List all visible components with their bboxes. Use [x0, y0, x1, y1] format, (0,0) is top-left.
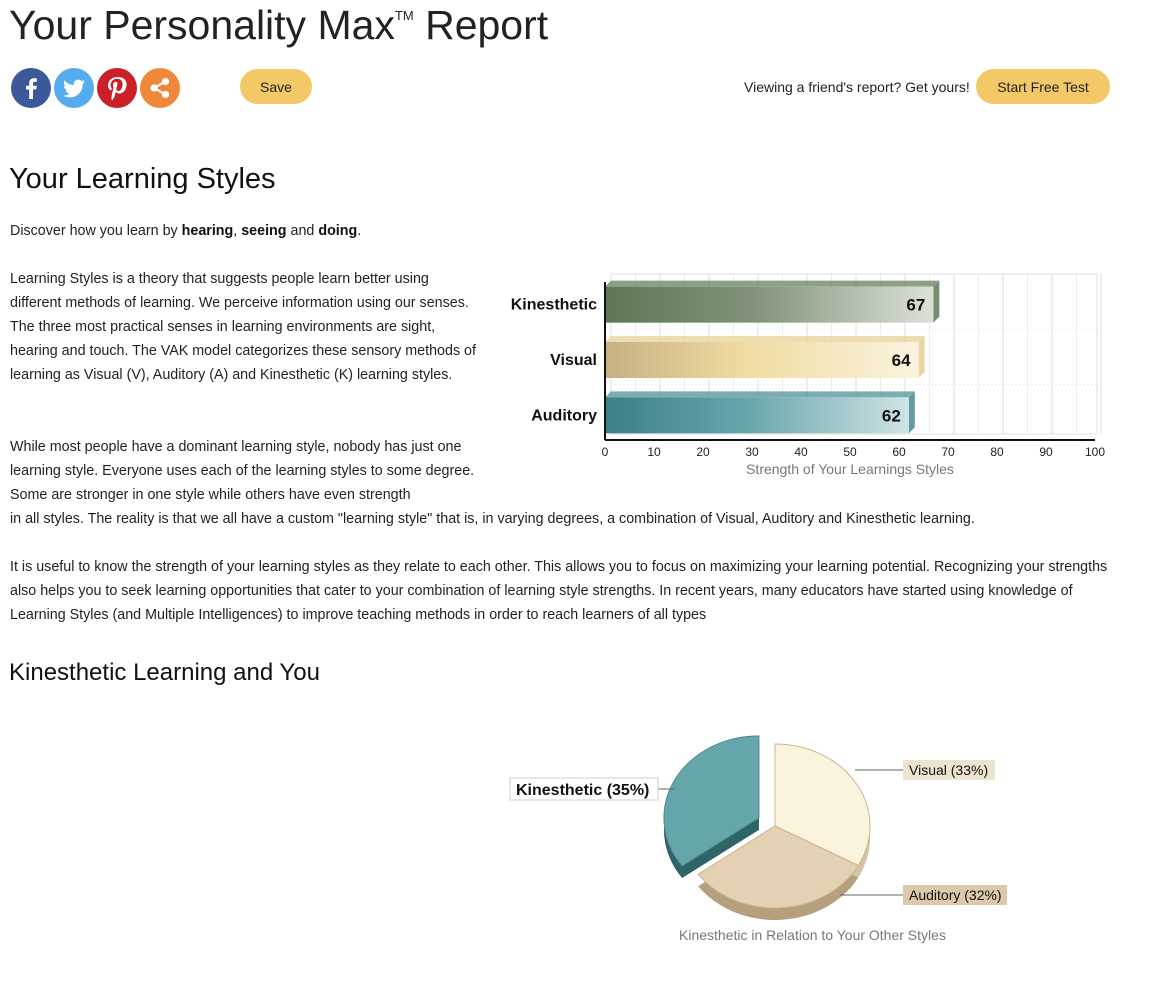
bar-x-tick-label: 90 [1039, 445, 1053, 459]
pie-label-text: Auditory (32%) [909, 887, 1002, 903]
facebook-share-button[interactable] [11, 68, 51, 108]
learning-paragraph-1: Learning Styles is a theory that suggest… [10, 271, 476, 383]
learning-paragraph-2b: in all styles. The reality is that we al… [10, 511, 975, 527]
learning-paragraph-2a: While most people have a dominant learni… [10, 439, 475, 503]
bar-x-tick-label: 100 [1085, 445, 1105, 459]
intro-hearing: hearing [181, 223, 234, 239]
bar-chart-xlabel: Strength of Your Learnings Styles [746, 461, 954, 477]
intro-text: Discover how you learn by [10, 223, 182, 239]
share-icon [150, 77, 170, 99]
learning-intro: Discover how you learn by hearing, seein… [10, 219, 361, 243]
intro-doing: doing [318, 223, 358, 239]
bar-category-label: Auditory [531, 407, 597, 424]
intro-sep: and [286, 223, 319, 239]
bar-x-tick-label: 80 [990, 445, 1004, 459]
bar-side-face [918, 336, 925, 378]
bar-top-face [605, 336, 925, 342]
page-title-text: Your Personality Max [9, 2, 395, 48]
intro-end: . [357, 223, 362, 239]
intro-seeing: seeing [241, 223, 287, 239]
bar-category-label: Kinesthetic [511, 297, 597, 314]
save-button[interactable]: Save [240, 69, 312, 104]
kinesthetic-heading: Kinesthetic Learning and You [9, 659, 320, 686]
bar-value-label: 62 [882, 406, 901, 425]
pie-caption: Kinesthetic in Relation to Your Other St… [679, 927, 946, 943]
bar-top-face [605, 280, 940, 287]
trademark-mark: TM [394, 8, 414, 23]
pie-label-text: Kinesthetic (35%) [516, 782, 649, 799]
pie-slices [663, 735, 871, 920]
bar-x-tick-label: 60 [892, 445, 906, 459]
bar-x-tick-label: 30 [745, 445, 759, 459]
bar-x-tick-label: 20 [696, 445, 710, 459]
bar-chart-bars: 67 Kinesthetic 64 Visual 62 Auditory [511, 280, 940, 434]
bar-x-tick-label: 10 [647, 445, 661, 459]
page-title-end: Report [425, 2, 549, 48]
bar-value-label: 67 [906, 296, 925, 315]
bar-x-tick-label: 0 [602, 445, 609, 459]
share-button[interactable] [140, 68, 180, 108]
learning-styles-heading: Your Learning Styles [9, 163, 276, 195]
twitter-icon [63, 79, 85, 98]
facebook-icon [26, 78, 37, 99]
start-free-test-button[interactable]: Start Free Test [976, 69, 1110, 104]
bar-x-tick-label: 50 [843, 445, 857, 459]
page-title: Your Personality MaxTM Report [9, 2, 548, 49]
bar-auditory [605, 397, 909, 434]
learning-styles-bar-chart: 67 Kinesthetic 64 Visual 62 Auditory 0 10 20 30 4… [511, 273, 1105, 477]
bar-x-tick-label: 40 [794, 445, 808, 459]
bar-side-face [908, 391, 915, 434]
learning-paragraph-3: It is useful to know the strength of you… [10, 559, 1108, 623]
twitter-share-button[interactable] [54, 68, 94, 108]
bar-top-face [605, 391, 915, 398]
promo-text: Viewing a friend's report? Get yours! [744, 79, 970, 95]
bar-visual [605, 342, 919, 378]
pie-label-text: Visual (33%) [909, 762, 988, 778]
pinterest-icon [108, 77, 127, 101]
bar-kinesthetic [605, 286, 934, 323]
kinesthetic-pie-chart: Kinesthetic (35%) Visual (33%) Auditory (3… [509, 735, 1007, 920]
bar-x-tick-label: 70 [941, 445, 955, 459]
pinterest-share-button[interactable] [97, 68, 137, 108]
bar-category-label: Visual [550, 352, 597, 369]
bar-value-label: 64 [892, 351, 911, 370]
bar-side-face [933, 280, 940, 323]
